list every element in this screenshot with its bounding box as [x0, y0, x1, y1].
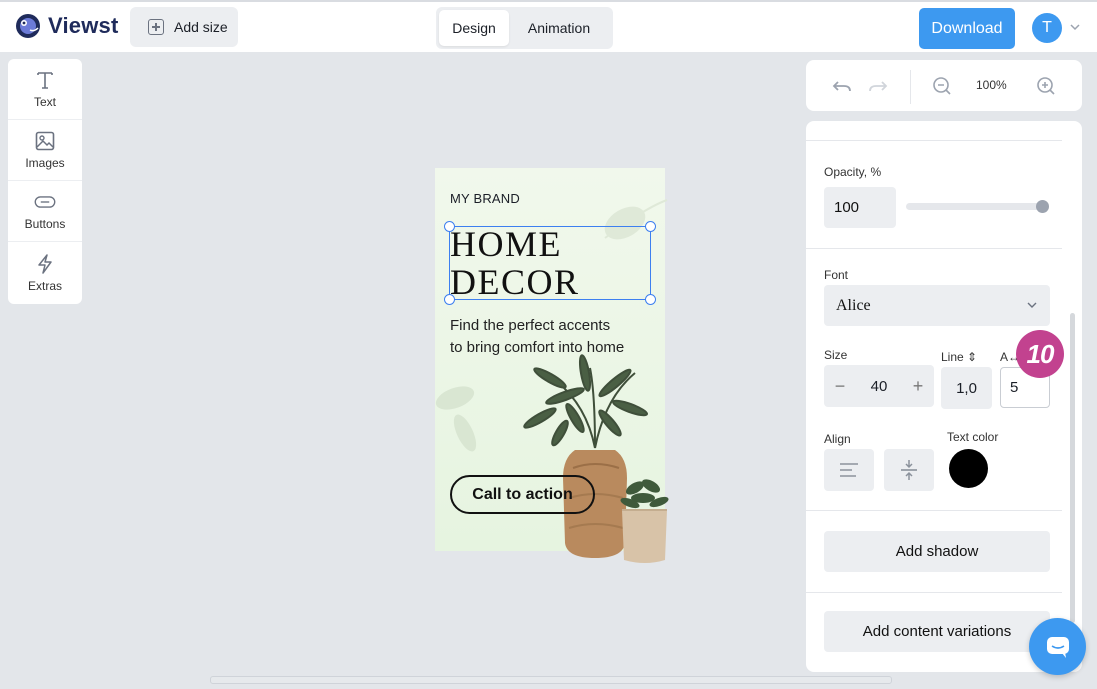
decrease-size-button[interactable]: −	[832, 376, 848, 397]
chevron-down-icon	[1027, 302, 1037, 308]
tool-images-label: Images	[25, 156, 65, 170]
plus-square-icon	[148, 19, 164, 35]
horizontal-scrollbar[interactable]	[210, 676, 892, 684]
subtext-line-1: Find the perfect accents	[450, 317, 611, 334]
add-size-label: Add size	[174, 19, 228, 35]
chat-bubble-icon	[1046, 636, 1069, 658]
add-size-button[interactable]: Add size	[130, 7, 238, 47]
opacity-slider[interactable]	[906, 203, 1042, 210]
cta-button[interactable]: Call to action	[450, 475, 595, 514]
size-value[interactable]: 40	[871, 378, 888, 395]
download-button[interactable]: Download	[919, 8, 1015, 49]
opacity-label: Opacity, %	[824, 165, 882, 179]
divider	[806, 510, 1062, 511]
redo-icon[interactable]	[866, 74, 890, 98]
resize-handle-bottom-right[interactable]	[645, 294, 656, 305]
tool-text-label: Text	[33, 95, 56, 109]
image-icon	[35, 131, 55, 151]
increase-size-button[interactable]: +	[910, 376, 926, 397]
undo-icon[interactable]	[830, 74, 854, 98]
font-value: Alice	[836, 296, 871, 314]
app-name: Viewst	[48, 13, 119, 38]
opacity-slider-thumb[interactable]	[1036, 200, 1049, 213]
vertical-align-button[interactable]	[884, 449, 934, 491]
resize-handle-top-right[interactable]	[645, 221, 656, 232]
font-label: Font	[824, 268, 849, 282]
size-stepper: − 40 +	[824, 365, 934, 407]
top-bar: Viewst Add size Design Animation Downloa…	[0, 0, 1097, 52]
tool-text[interactable]: Text	[8, 59, 82, 120]
chameleon-logo-icon	[16, 14, 40, 38]
brand-text[interactable]: MY BRAND	[450, 191, 520, 206]
button-icon	[34, 196, 56, 208]
subtext-line-2: to bring comfort into home	[450, 339, 625, 356]
vertical-scrollbar[interactable]	[1070, 313, 1075, 623]
tool-images[interactable]: Images	[8, 120, 82, 181]
properties-panel: Opacity, % 100 Font Alice Size − 40 + Li…	[806, 121, 1082, 672]
step-callout-badge: 10	[1016, 330, 1064, 378]
tab-animation[interactable]: Animation	[509, 10, 609, 46]
text-color-swatch[interactable]	[949, 449, 988, 488]
text-color-label: Text color	[947, 430, 999, 444]
app-logo[interactable]: Viewst	[14, 12, 119, 40]
selection-box	[444, 221, 656, 305]
mode-switch: Design Animation	[436, 7, 613, 49]
lightning-icon	[38, 253, 52, 274]
divider	[806, 592, 1062, 593]
add-shadow-button[interactable]: Add shadow	[824, 531, 1050, 572]
divider	[806, 248, 1062, 249]
tool-buttons[interactable]: Buttons	[8, 181, 82, 242]
zoom-in-icon[interactable]	[1034, 74, 1058, 98]
zoom-out-icon[interactable]	[930, 74, 954, 98]
opacity-input[interactable]: 100	[824, 187, 896, 228]
artboard[interactable]: MY BRAND HOME DECOR Find the perfect acc…	[435, 168, 669, 563]
tool-extras-label: Extras	[27, 278, 62, 293]
chat-support-button[interactable]	[1029, 618, 1086, 675]
left-toolbar: Text Images Buttons Extras	[8, 59, 82, 304]
size-label: Size	[824, 348, 848, 362]
avatar[interactable]: T	[1032, 13, 1062, 43]
resize-handle-bottom-left[interactable]	[444, 294, 455, 305]
align-label: Align	[824, 432, 851, 446]
line-height-input[interactable]: 1,0	[941, 367, 992, 409]
add-content-variations-button[interactable]: Add content variations	[824, 611, 1050, 652]
divider	[806, 140, 1062, 141]
zoom-level[interactable]: 100%	[976, 78, 1007, 92]
zoom-toolbar: 100%	[806, 60, 1082, 111]
line-height-label: Line ⇕	[941, 350, 978, 364]
tab-design[interactable]: Design	[439, 10, 509, 46]
text-icon	[37, 72, 53, 89]
align-middle-icon	[901, 460, 917, 480]
align-left-button[interactable]	[824, 449, 874, 491]
font-select[interactable]: Alice	[824, 285, 1050, 326]
tool-buttons-label: Buttons	[24, 217, 66, 231]
divider	[910, 70, 911, 104]
align-left-icon	[840, 463, 858, 477]
chevron-down-icon[interactable]	[1068, 20, 1082, 34]
subtext[interactable]: Find the perfect accents to bring comfor…	[450, 315, 660, 359]
tool-extras[interactable]: Extras	[8, 242, 82, 303]
resize-handle-top-left[interactable]	[444, 221, 455, 232]
